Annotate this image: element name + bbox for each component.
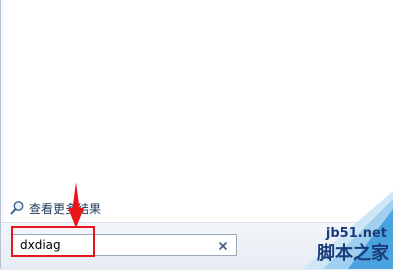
close-x-icon[interactable]	[216, 238, 230, 252]
start-menu-panel: 查看更多结果 jb51.net 脚本之家	[0, 0, 393, 270]
magnifier-icon	[9, 200, 25, 216]
see-more-results-link[interactable]: 查看更多结果	[9, 199, 101, 217]
start-search-box[interactable]	[11, 234, 237, 256]
watermark-name: 脚本之家	[317, 243, 389, 264]
search-input[interactable]	[12, 236, 216, 254]
watermark-logo: jb51.net 脚本之家	[243, 191, 393, 269]
red-arrow-icon	[68, 182, 84, 228]
